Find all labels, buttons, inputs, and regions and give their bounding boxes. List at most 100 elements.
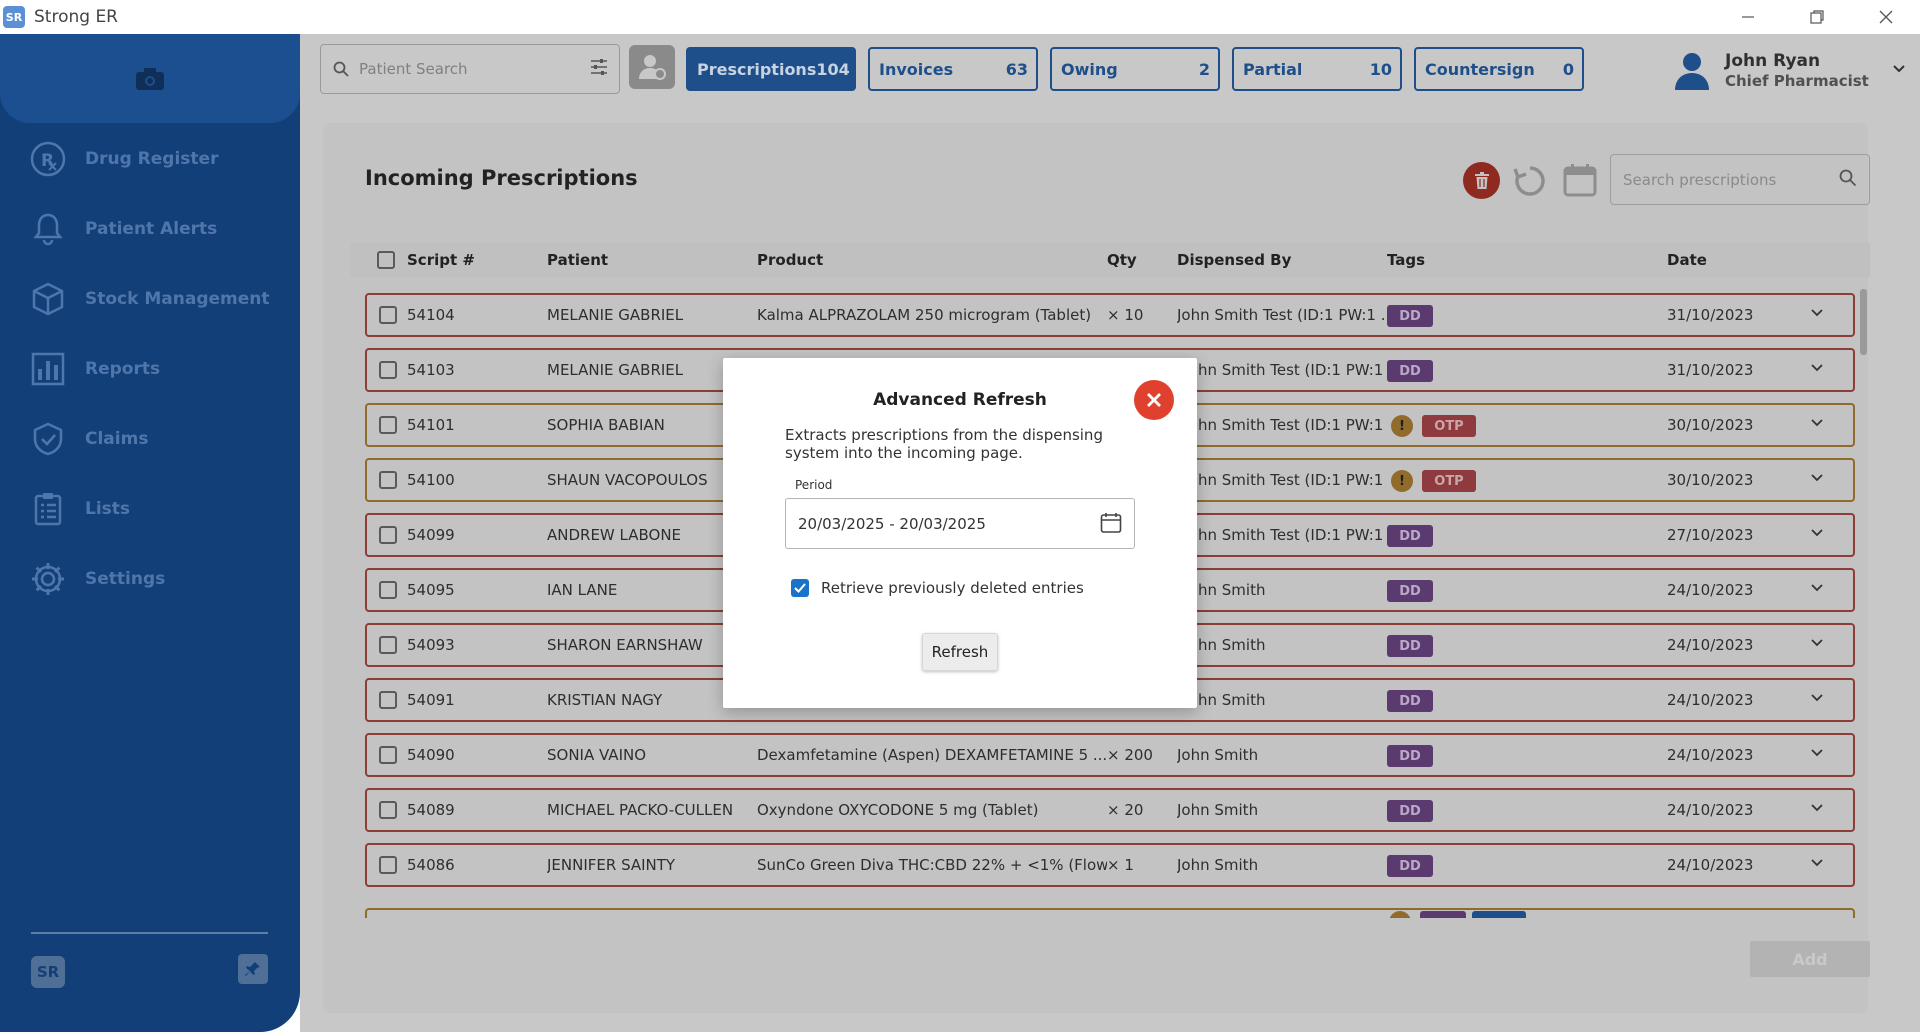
rx-icon: R	[30, 141, 66, 177]
add-button[interactable]: Add	[1750, 941, 1870, 977]
patient-search-input[interactable]: Patient Search	[320, 44, 620, 94]
table-scrollbar[interactable]	[1860, 289, 1867, 355]
restore-button[interactable]	[1782, 0, 1851, 34]
quantity: × 1	[1107, 856, 1134, 874]
sidebar-item-lists[interactable]: Lists	[0, 474, 300, 544]
retrieve-deleted-checkbox[interactable]	[791, 579, 809, 597]
sidebar-item-label: Reports	[85, 359, 161, 379]
table-row-partial	[365, 908, 1855, 918]
table-row[interactable]: 54090 SONIA VAINO Dexamfetamine (Aspen) …	[365, 733, 1855, 777]
row-checkbox[interactable]	[379, 471, 397, 489]
user-role: Chief Pharmacist	[1725, 72, 1869, 90]
tab-count: 104	[816, 59, 850, 79]
retrieve-deleted-option[interactable]: Retrieve previously deleted entries	[791, 579, 1084, 597]
sidebar-item-claims[interactable]: Claims	[0, 404, 300, 474]
quantity: × 200	[1107, 746, 1153, 764]
dispensed-by: hn Smith	[1198, 636, 1266, 654]
tab-countersign[interactable]: Countersign 0	[1414, 47, 1584, 91]
row-checkbox[interactable]	[379, 361, 397, 379]
pin-sidebar-button[interactable]	[238, 954, 268, 984]
sidebar-item-settings[interactable]: Settings	[0, 544, 300, 614]
row-checkbox[interactable]	[379, 526, 397, 544]
expand-chevron-icon[interactable]	[1811, 804, 1823, 812]
expand-chevron-icon[interactable]	[1811, 419, 1823, 427]
tab-count: 63	[1005, 59, 1028, 79]
tab-owing[interactable]: Owing 2	[1050, 47, 1220, 91]
patient-name: MELANIE GABRIEL	[547, 361, 684, 379]
warning-badge: !	[1391, 415, 1413, 437]
warning-badge: !	[1391, 470, 1413, 492]
expand-chevron-icon[interactable]	[1811, 859, 1823, 867]
sidebar-item-patient-alerts[interactable]: Patient Alerts	[0, 194, 300, 264]
tab-prescriptions[interactable]: Prescriptions 104	[686, 47, 856, 91]
row-checkbox[interactable]	[379, 581, 397, 599]
table-row[interactable]: 54104 MELANIE GABRIEL Kalma ALPRAZOLAM 2…	[365, 293, 1855, 337]
minimize-button[interactable]	[1713, 0, 1782, 34]
column-header-dispensed-by[interactable]: Dispensed By	[1177, 251, 1291, 269]
delete-button[interactable]	[1463, 162, 1500, 199]
row-checkbox[interactable]	[379, 306, 397, 324]
column-header-qty[interactable]: Qty	[1107, 251, 1137, 269]
tab-partial[interactable]: Partial 10	[1232, 47, 1402, 91]
filter-sliders-icon[interactable]	[589, 57, 609, 77]
script-number: 54104	[407, 306, 455, 324]
row-date: 31/10/2023	[1667, 361, 1754, 379]
table-row[interactable]: 54086 JENNIFER SAINTY SunCo Green Diva T…	[365, 843, 1855, 887]
row-checkbox[interactable]	[379, 691, 397, 709]
row-checkbox[interactable]	[379, 856, 397, 874]
column-header-patient[interactable]: Patient	[547, 251, 608, 269]
close-window-button[interactable]	[1851, 0, 1920, 34]
prescription-search-placeholder: Search prescriptions	[1623, 170, 1777, 189]
calendar-button[interactable]	[1561, 161, 1599, 199]
user-menu[interactable]: John Ryan Chief Pharmacist	[1670, 44, 1910, 94]
dialog-refresh-button[interactable]: Refresh	[922, 633, 998, 671]
tab-invoices[interactable]: Invoices 63	[868, 47, 1038, 91]
expand-chevron-icon[interactable]	[1811, 529, 1823, 537]
expand-chevron-icon[interactable]	[1811, 749, 1823, 757]
clipboard-list-icon	[34, 493, 62, 526]
shield-check-icon	[33, 422, 63, 456]
column-header-date[interactable]: Date	[1667, 251, 1707, 269]
prescription-search-input[interactable]: Search prescriptions	[1610, 154, 1870, 205]
row-date: 30/10/2023	[1667, 416, 1754, 434]
dispensed-by: John Smith	[1177, 746, 1259, 764]
script-number: 54093	[407, 636, 455, 654]
expand-chevron-icon[interactable]	[1811, 584, 1823, 592]
tab-label: Partial	[1243, 59, 1303, 79]
refresh-button[interactable]	[1511, 162, 1549, 200]
sidebar-item-stock-management[interactable]: Stock Management	[0, 264, 300, 334]
patient-profile-button[interactable]	[629, 45, 675, 89]
row-checkbox[interactable]	[379, 416, 397, 434]
pin-icon	[245, 962, 260, 976]
camera-icon[interactable]	[135, 67, 165, 91]
column-header-script[interactable]: Script #	[407, 251, 475, 269]
expand-chevron-icon[interactable]	[1811, 364, 1823, 372]
tab-label: Owing	[1061, 59, 1118, 79]
search-icon	[1839, 169, 1857, 187]
expand-chevron-icon[interactable]	[1811, 694, 1823, 702]
row-date: 31/10/2023	[1667, 306, 1754, 324]
column-header-product[interactable]: Product	[757, 251, 823, 269]
bell-icon	[33, 213, 63, 246]
period-date-range-input[interactable]: 20/03/2025 - 20/03/2025	[785, 498, 1135, 549]
row-checkbox[interactable]	[379, 636, 397, 654]
dispensed-by: hn Smith	[1198, 691, 1266, 709]
table-row[interactable]: 54089 MICHAEL PACKO-CULLEN Oxyndone OXYC…	[365, 788, 1855, 832]
row-checkbox[interactable]	[379, 801, 397, 819]
patient-name: JENNIFER SAINTY	[547, 856, 676, 874]
sidebar-item-drug-register[interactable]: R Drug Register	[0, 124, 300, 194]
calendar-icon[interactable]	[1100, 512, 1122, 534]
sidebar-item-reports[interactable]: Reports	[0, 334, 300, 404]
dispensed-by: John Smith	[1177, 856, 1259, 874]
dialog-close-button[interactable]	[1134, 380, 1174, 420]
select-all-checkbox[interactable]	[377, 251, 395, 269]
restore-icon	[1809, 10, 1824, 24]
column-header-tags[interactable]: Tags	[1387, 251, 1425, 269]
expand-chevron-icon[interactable]	[1811, 639, 1823, 647]
expand-chevron-icon[interactable]	[1811, 474, 1823, 482]
refresh-icon	[1513, 166, 1545, 196]
expand-chevron-icon[interactable]	[1811, 309, 1823, 317]
row-checkbox[interactable]	[379, 746, 397, 764]
script-number: 54086	[407, 856, 455, 874]
row-date: 24/10/2023	[1667, 746, 1754, 764]
